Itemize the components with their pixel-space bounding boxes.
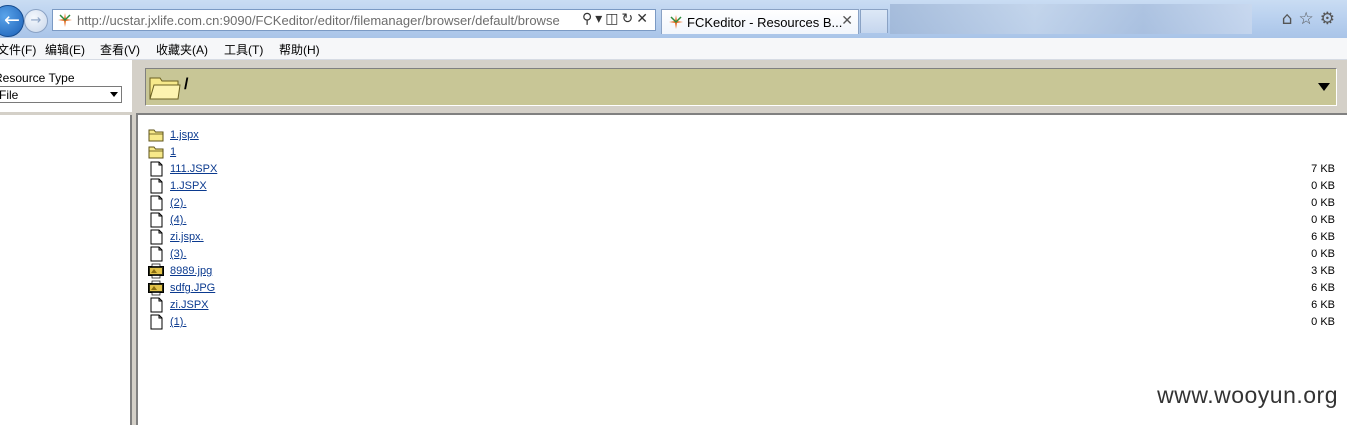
file-icon[interactable] [148, 161, 165, 177]
folder-link[interactable]: 1 [170, 146, 176, 158]
file-icon[interactable] [148, 178, 165, 194]
menu-help[interactable]: 帮助(H) [279, 41, 320, 58]
star-icon[interactable]: ☆ [1299, 9, 1320, 29]
forward-button[interactable]: → [24, 9, 48, 33]
file-link[interactable]: sdfg.JPG [170, 282, 215, 294]
new-tab-button[interactable] [860, 9, 888, 33]
address-url[interactable]: http://ucstar.jxlife.com.cn:9090/FCKedit… [77, 13, 567, 28]
folder-row: 1 [148, 144, 1338, 161]
file-row: zi.JSPX 6 KB [148, 297, 1338, 314]
file-list-panel: 1.jspx 1 111.JSPX 7 KB 1.JSPX 0 KB (2). 0 KB (4)… [136, 113, 1347, 425]
folder-link[interactable]: 1.jspx [170, 129, 199, 141]
file-row: sdfg.JPG 6 KB [148, 280, 1338, 297]
file-size: 0 KB [1311, 197, 1335, 209]
current-folder-bar[interactable]: / [145, 68, 1337, 106]
file-size: 6 KB [1311, 231, 1335, 243]
search-icon[interactable]: ⚲ [582, 11, 595, 27]
menu-view[interactable]: 查看(V) [100, 41, 140, 58]
address-tools[interactable]: ⚲▾◫↻✕ [582, 11, 651, 27]
file-size: 0 KB [1311, 316, 1335, 328]
file-link[interactable]: 111.JSPX [170, 163, 217, 175]
file-size: 7 KB [1311, 163, 1335, 175]
file-size: 0 KB [1311, 214, 1335, 226]
image-file-icon[interactable] [148, 280, 165, 296]
file-row: (3). 0 KB [148, 246, 1338, 263]
resource-type-label: Resource Type [0, 71, 75, 85]
back-arrow-icon: ← [4, 9, 20, 31]
active-tab[interactable]: FCKeditor - Resources B... ✕ [661, 9, 859, 34]
file-link[interactable]: (3). [170, 248, 187, 260]
file-size: 3 KB [1311, 265, 1335, 277]
file-row: 111.JSPX 7 KB [148, 161, 1338, 178]
browser-titlebar: ← → http://ucstar.jxlife.com.cn:9090/FCK… [0, 0, 1347, 38]
file-row: (4). 0 KB [148, 212, 1338, 229]
watermark: www.wooyun.org [1157, 382, 1338, 408]
back-button[interactable]: ← [0, 5, 24, 37]
file-row: (1). 0 KB [148, 314, 1338, 331]
menu-file[interactable]: 文件(F) [0, 41, 36, 58]
tab-favicon-icon [669, 15, 683, 29]
refresh-icon[interactable]: ↻ [622, 11, 637, 27]
folder-icon[interactable] [148, 144, 165, 160]
menu-favorites[interactable]: 收藏夹(A) [156, 41, 208, 58]
dropdown-icon[interactable]: ▾ [595, 11, 605, 27]
file-link[interactable]: zi.jspx. [170, 231, 204, 243]
file-icon[interactable] [148, 246, 165, 262]
file-icon[interactable] [148, 212, 165, 228]
stop-icon[interactable]: ✕ [636, 11, 651, 27]
file-row: 8989.jpg 3 KB [148, 263, 1338, 280]
gear-icon[interactable]: ⚙ [1320, 9, 1341, 29]
blurred-tabs [890, 4, 1252, 34]
menu-edit[interactable]: 编辑(E) [45, 41, 85, 58]
resource-type-select[interactable]: File [0, 86, 122, 103]
file-row: (2). 0 KB [148, 195, 1338, 212]
file-icon[interactable] [148, 229, 165, 245]
file-link[interactable]: (2). [170, 197, 187, 209]
browser-right-icons: ⌂☆⚙ [1282, 9, 1341, 29]
file-icon[interactable] [148, 314, 165, 330]
file-size: 0 KB [1311, 248, 1335, 260]
image-file-icon[interactable] [148, 263, 165, 279]
tab-title: FCKeditor - Resources B... [687, 15, 843, 30]
file-link[interactable]: (1). [170, 316, 187, 328]
home-icon[interactable]: ⌂ [1282, 9, 1299, 29]
file-icon[interactable] [148, 297, 165, 313]
resource-type-panel: Resource Type File [0, 60, 132, 112]
compat-view-icon[interactable]: ◫ [605, 11, 621, 27]
current-folder-path: / [184, 76, 189, 93]
forward-arrow-icon: → [30, 13, 42, 28]
menu-tools[interactable]: 工具(T) [224, 41, 263, 58]
file-row: zi.jspx. 6 KB [148, 229, 1338, 246]
folder-tree-panel [0, 115, 132, 425]
fck-file-browser: Resource Type File / 1.jspx 1 111.JSPX 7 KB… [0, 60, 1347, 425]
address-bar[interactable]: http://ucstar.jxlife.com.cn:9090/FCKedit… [52, 9, 656, 31]
folder-dropdown-icon[interactable] [1318, 83, 1330, 91]
file-icon[interactable] [148, 195, 165, 211]
file-link[interactable]: 8989.jpg [170, 265, 212, 277]
file-link[interactable]: (4). [170, 214, 187, 226]
file-link[interactable]: zi.JSPX [170, 299, 209, 311]
file-size: 6 KB [1311, 299, 1335, 311]
file-row: 1.JSPX 0 KB [148, 178, 1338, 195]
site-favicon-icon [58, 13, 72, 27]
chevron-down-icon [110, 92, 118, 97]
resource-type-value: File [0, 88, 19, 102]
folder-icon[interactable] [148, 127, 165, 143]
folder-row: 1.jspx [148, 127, 1338, 144]
folder-open-icon [149, 77, 181, 100]
file-size: 0 KB [1311, 180, 1335, 192]
tab-close-icon[interactable]: ✕ [841, 13, 853, 29]
file-size: 6 KB [1311, 282, 1335, 294]
file-link[interactable]: 1.JSPX [170, 180, 207, 192]
menu-bar: 文件(F) 编辑(E) 查看(V) 收藏夹(A) 工具(T) 帮助(H) [0, 38, 1347, 60]
